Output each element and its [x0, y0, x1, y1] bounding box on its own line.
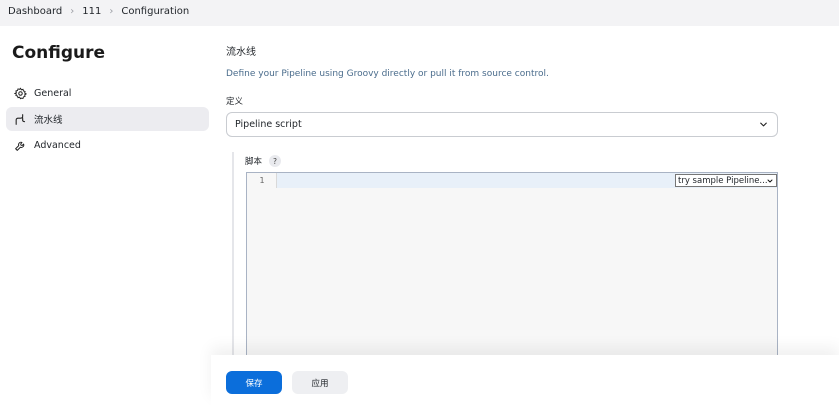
- script-editor[interactable]: 1 try sample Pipeline...: [246, 172, 778, 372]
- definition-label: 定义: [226, 97, 244, 107]
- chevron-down-icon: [758, 119, 769, 133]
- chevron-right-icon: ›: [70, 6, 75, 17]
- breadcrumb-item-configuration[interactable]: Configuration: [121, 6, 189, 17]
- script-editor-input[interactable]: [277, 188, 777, 371]
- sample-pipeline-select-value: try sample Pipeline...: [678, 175, 768, 186]
- definition-select[interactable]: Pipeline script: [226, 112, 778, 137]
- breadcrumb-item-project[interactable]: 111: [82, 6, 101, 17]
- sidebar-item-label: 流水线: [34, 115, 63, 126]
- breadcrumb: Dashboard › 111 › Configuration: [8, 6, 189, 17]
- breadcrumb-bar: Dashboard › 111 › Configuration: [0, 0, 839, 26]
- help-icon[interactable]: ?: [269, 155, 282, 167]
- chevron-right-icon: ›: [109, 6, 114, 17]
- line-number: 1: [259, 176, 265, 185]
- definition-select-value: Pipeline script: [235, 119, 302, 130]
- sidebar-item-label: Advanced: [34, 139, 81, 151]
- gear-icon: [13, 86, 27, 100]
- sidebar-item-label: General: [34, 87, 72, 99]
- script-field-header: 脚本 ?: [245, 155, 282, 167]
- nested-section-bar: [232, 152, 234, 367]
- sidebar-item-general[interactable]: General: [6, 81, 209, 105]
- sidebar-item-pipeline[interactable]: 流水线: [6, 107, 209, 131]
- chevron-down-icon: [766, 177, 774, 188]
- sidebar-title: Configure: [12, 43, 106, 63]
- section-description: Define your Pipeline using Groovy direct…: [226, 69, 549, 79]
- gutter-divider: [276, 173, 277, 188]
- pipeline-icon: [13, 112, 27, 126]
- wrench-icon: [13, 138, 27, 152]
- save-button[interactable]: 保存: [226, 371, 282, 394]
- sidebar-item-advanced[interactable]: Advanced: [6, 133, 209, 157]
- script-label: 脚本: [245, 157, 263, 167]
- breadcrumb-item-dashboard[interactable]: Dashboard: [8, 6, 62, 17]
- apply-button[interactable]: 应用: [292, 371, 348, 394]
- section-title: 流水线: [226, 47, 256, 58]
- sample-pipeline-select[interactable]: try sample Pipeline...: [675, 174, 777, 187]
